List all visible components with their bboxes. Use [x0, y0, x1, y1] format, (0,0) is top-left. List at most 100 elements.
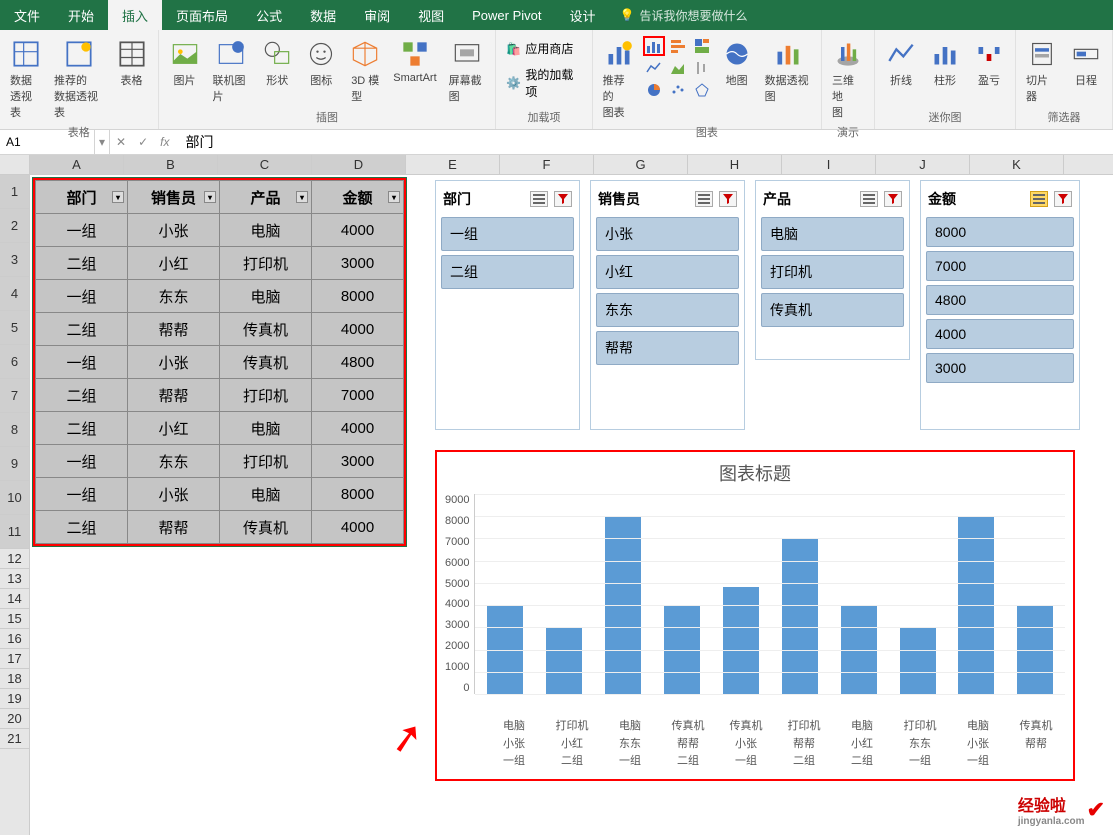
cell-area[interactable]: 部门▾销售员▾产品▾金额▾ 一组小张电脑4000二组小红打印机3000一组东东电… — [30, 175, 1113, 835]
row-header[interactable]: 1 — [0, 175, 29, 209]
slicer-item[interactable]: 3000 — [926, 353, 1074, 383]
filter-dropdown[interactable]: ▾ — [112, 191, 124, 203]
row-header[interactable]: 3 — [0, 243, 29, 277]
table-row[interactable]: 一组小张电脑4000 — [36, 214, 404, 247]
tell-me-search[interactable]: 💡 告诉我你想要做什么 — [620, 0, 748, 30]
clear-filter-icon[interactable] — [554, 191, 572, 207]
pivot-table-button[interactable]: 数据 透视表 — [6, 36, 46, 122]
slicer[interactable]: 金额80007000480040003000 — [920, 180, 1080, 430]
slicer[interactable]: 产品电脑打印机传真机 — [755, 180, 910, 360]
recommended-pivot-button[interactable]: 推荐的 数据透视表 — [50, 36, 108, 122]
column-chart-button[interactable] — [643, 36, 665, 56]
clear-filter-icon[interactable] — [1054, 191, 1072, 207]
screenshot-button[interactable]: 屏幕截图 — [445, 36, 490, 106]
line-chart-button[interactable] — [643, 58, 665, 78]
scatter-chart-button[interactable] — [667, 80, 689, 100]
online-picture-button[interactable]: 联机图片 — [209, 36, 254, 106]
radar-chart-button[interactable] — [691, 80, 713, 100]
row-header[interactable]: 15 — [0, 609, 29, 629]
row-header[interactable]: 11 — [0, 515, 29, 549]
row-header[interactable]: 5 — [0, 311, 29, 345]
line-sparkline-button[interactable]: 折线 — [881, 36, 921, 90]
slicer-item[interactable]: 8000 — [926, 217, 1074, 247]
table-row[interactable]: 一组东东打印机3000 — [36, 445, 404, 478]
slicer[interactable]: 部门一组二组 — [435, 180, 580, 430]
table-header[interactable]: 金额▾ — [312, 181, 404, 214]
row-header[interactable]: 18 — [0, 669, 29, 689]
column-header[interactable]: D — [312, 155, 406, 174]
tab-data[interactable]: 数据 — [296, 0, 350, 30]
slicer-button[interactable]: 切片器 — [1022, 36, 1062, 106]
tab-layout[interactable]: 页面布局 — [162, 0, 242, 30]
recommended-charts-button[interactable]: 推荐的 图表 — [599, 36, 639, 122]
row-header[interactable]: 7 — [0, 379, 29, 413]
tab-design[interactable]: 设计 — [556, 0, 610, 30]
row-header[interactable]: 13 — [0, 569, 29, 589]
row-header[interactable]: 21 — [0, 729, 29, 749]
row-header[interactable]: 17 — [0, 649, 29, 669]
table-row[interactable]: 二组小红打印机3000 — [36, 247, 404, 280]
tab-file[interactable]: 文件 — [0, 0, 54, 30]
row-header[interactable]: 6 — [0, 345, 29, 379]
column-header[interactable]: J — [876, 155, 970, 174]
slicer-item[interactable]: 二组 — [441, 255, 574, 289]
multi-select-icon[interactable] — [695, 191, 713, 207]
column-header[interactable]: E — [406, 155, 500, 174]
column-header[interactable]: G — [594, 155, 688, 174]
row-header[interactable]: 19 — [0, 689, 29, 709]
multi-select-icon[interactable] — [530, 191, 548, 207]
store-button[interactable]: 🛍️应用商店 — [502, 36, 585, 61]
shapes-button[interactable]: 形状 — [257, 36, 297, 90]
clear-filter-icon[interactable] — [719, 191, 737, 207]
slicer-item[interactable]: 4800 — [926, 285, 1074, 315]
formula-input[interactable]: 部门 — [175, 132, 1113, 152]
table-row[interactable]: 一组小张电脑8000 — [36, 478, 404, 511]
slicer-item[interactable]: 小张 — [596, 217, 739, 251]
row-header[interactable]: 10 — [0, 481, 29, 515]
slicer-item[interactable]: 打印机 — [761, 255, 904, 289]
row-header[interactable]: 16 — [0, 629, 29, 649]
slicer-item[interactable]: 小红 — [596, 255, 739, 289]
tab-review[interactable]: 审阅 — [350, 0, 404, 30]
map-button[interactable]: 地图 — [717, 36, 757, 90]
area-chart-button[interactable] — [667, 58, 689, 78]
filter-dropdown[interactable]: ▾ — [296, 191, 308, 203]
slicer-item[interactable]: 4000 — [926, 319, 1074, 349]
bar-chart-button[interactable] — [667, 36, 689, 56]
row-header[interactable]: 20 — [0, 709, 29, 729]
column-header[interactable]: C — [218, 155, 312, 174]
my-addins-button[interactable]: ⚙️我的加载项 — [502, 62, 585, 104]
multi-select-icon[interactable] — [1030, 191, 1048, 207]
row-header[interactable]: 4 — [0, 277, 29, 311]
clear-filter-icon[interactable] — [884, 191, 902, 207]
table-row[interactable]: 二组帮帮传真机4000 — [36, 511, 404, 544]
slicer-item[interactable]: 传真机 — [761, 293, 904, 327]
table-header[interactable]: 产品▾ — [220, 181, 312, 214]
slicer-item[interactable]: 一组 — [441, 217, 574, 251]
table-row[interactable]: 二组帮帮传真机4000 — [36, 313, 404, 346]
chart-bar[interactable] — [723, 587, 759, 694]
row-header[interactable]: 12 — [0, 549, 29, 569]
name-box-dropdown[interactable]: ▾ — [95, 130, 110, 154]
table-header[interactable]: 销售员▾ — [128, 181, 220, 214]
multi-select-icon[interactable] — [860, 191, 878, 207]
pivot-chart-button[interactable]: 数据透视图 — [761, 36, 815, 106]
select-all-corner[interactable] — [0, 155, 30, 175]
stock-chart-button[interactable] — [691, 58, 713, 78]
column-header[interactable]: K — [970, 155, 1064, 174]
pie-chart-button[interactable] — [643, 80, 665, 100]
chart[interactable]: 图表标题 90008000700060005000400030002000100… — [435, 450, 1075, 781]
tab-home[interactable]: 开始 — [54, 0, 108, 30]
slicer-item[interactable]: 7000 — [926, 251, 1074, 281]
tab-formula[interactable]: 公式 — [242, 0, 296, 30]
table-row[interactable]: 二组小红电脑4000 — [36, 412, 404, 445]
icons-button[interactable]: 图标 — [301, 36, 341, 90]
winloss-sparkline-button[interactable]: 盈亏 — [969, 36, 1009, 90]
chart-bar[interactable] — [900, 627, 936, 694]
slicer-item[interactable]: 电脑 — [761, 217, 904, 251]
chart-title[interactable]: 图表标题 — [445, 460, 1065, 486]
cancel-icon[interactable]: ✕ — [116, 135, 126, 149]
timeline-button[interactable]: 日程 — [1066, 36, 1106, 90]
row-header[interactable]: 14 — [0, 589, 29, 609]
filter-dropdown[interactable]: ▾ — [204, 191, 216, 203]
